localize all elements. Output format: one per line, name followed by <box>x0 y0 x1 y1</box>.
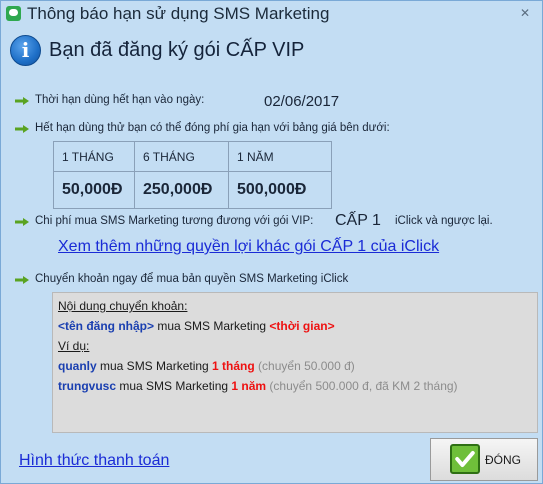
close-dialog-button[interactable]: ĐÓNG <box>430 438 538 481</box>
transfer-template: <tên đăng nhập> mua SMS Marketing <thời … <box>58 319 335 333</box>
payment-methods-link[interactable]: Hình thức thanh toán <box>19 452 169 470</box>
example-heading: Ví dụ: <box>58 339 90 353</box>
example-1-middle: mua SMS Marketing <box>96 359 213 373</box>
price-header-1-month: 1 THÁNG <box>53 141 135 172</box>
price-value-6-months: 250,000Đ <box>134 171 229 209</box>
price-table: 1 THÁNG 6 THÁNG 1 NĂM 50,000Đ 250,000Đ 5… <box>53 141 332 209</box>
template-duration: <thời gian> <box>269 319 335 333</box>
notification-window: Thông báo hạn sử dụng SMS Marketing ✕ i … <box>0 0 543 484</box>
transfer-heading: Nội dung chuyển khoản: <box>58 299 188 313</box>
title-bar: Thông báo hạn sử dụng SMS Marketing ✕ <box>1 1 542 27</box>
transfer-label: Chuyển khoản ngay để mua bản quyền SMS M… <box>35 273 349 285</box>
example-line-1: quanly mua SMS Marketing 1 tháng (chuyển… <box>58 359 355 373</box>
green-arrow-icon <box>15 97 29 105</box>
example-2-note: (chuyển 500.000 đ, đã KM 2 tháng) <box>266 379 458 393</box>
price-header-6-months: 6 THÁNG <box>134 141 229 172</box>
price-value-1-year: 500,000Đ <box>228 171 332 209</box>
transfer-content-box: Nội dung chuyển khoản: <tên đăng nhập> m… <box>52 292 538 433</box>
price-header-1-year: 1 NĂM <box>228 141 332 172</box>
more-benefits-link[interactable]: Xem thêm những quyền lợi khác gói CẤP 1 … <box>58 238 439 256</box>
sms-app-icon <box>6 6 21 21</box>
close-window-button[interactable]: ✕ <box>518 6 532 20</box>
example-2-duration: 1 năm <box>231 379 267 393</box>
window-title: Thông báo hạn sử dụng SMS Marketing <box>27 4 330 23</box>
price-table-header-row: 1 THÁNG 6 THÁNG 1 NĂM <box>53 141 332 172</box>
vip-cost-suffix: iClick và ngược lại. <box>395 215 493 227</box>
trial-label: Hết hạn dùng thử bạn có thể đóng phí gia… <box>35 122 390 134</box>
green-arrow-icon <box>15 125 29 133</box>
example-1-note: (chuyển 50.000 đ) <box>254 359 355 373</box>
expiry-date: 02/06/2017 <box>264 93 340 110</box>
example-2-middle: mua SMS Marketing <box>116 379 232 393</box>
template-middle: mua SMS Marketing <box>154 319 270 333</box>
template-username: <tên đăng nhập> <box>58 319 155 333</box>
vip-cost-label: Chi phí mua SMS Marketing tương đương vớ… <box>35 215 314 227</box>
expiry-label: Thời hạn dùng hết hạn vào ngày: <box>35 94 205 106</box>
vip-level-value: CẤP 1 <box>335 212 381 229</box>
example-1-username: quanly <box>58 359 97 373</box>
close-button-label: ĐÓNG <box>485 453 521 467</box>
green-arrow-icon <box>15 276 29 284</box>
vip-status-heading: Bạn đã đăng ký gói CẤP VIP <box>49 39 305 61</box>
info-icon: i <box>10 35 41 66</box>
checkmark-icon <box>450 444 480 474</box>
price-value-1-month: 50,000Đ <box>53 171 135 209</box>
price-table-value-row: 50,000Đ 250,000Đ 500,000Đ <box>53 171 332 209</box>
example-1-duration: 1 tháng <box>212 359 255 373</box>
example-2-username: trungvusc <box>58 379 117 393</box>
example-line-2: trungvusc mua SMS Marketing 1 năm (chuyể… <box>58 379 458 393</box>
green-arrow-icon <box>15 218 29 226</box>
